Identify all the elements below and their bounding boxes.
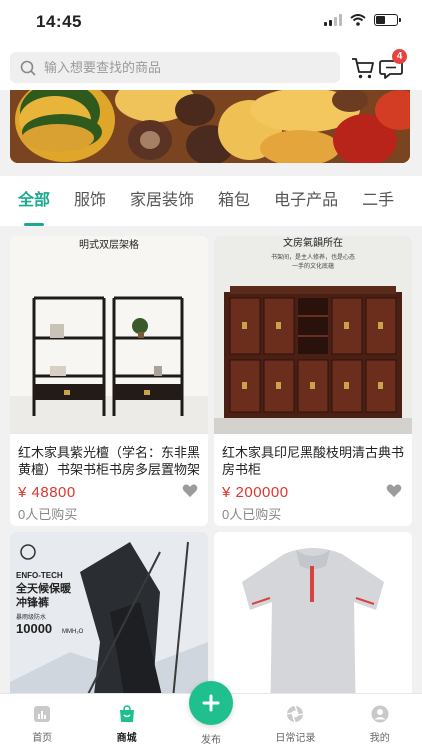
tab-second-hand[interactable]: 二手 <box>362 176 394 226</box>
shop-bag-icon <box>119 705 134 722</box>
product-image: 明式双层架格 <box>10 236 208 434</box>
tab-home-decor[interactable]: 家居装饰 <box>130 176 194 226</box>
product-info: 红木家具印尼黑酸枝明清古典书房书柜 ¥ 200000 0人已购买 <box>214 434 412 526</box>
product-image-caption: 文房氣韻所在 <box>283 236 343 249</box>
publish-button[interactable] <box>189 681 233 725</box>
tab-all[interactable]: 全部 <box>18 176 50 226</box>
heart-icon[interactable] <box>386 484 402 498</box>
product-price: ¥ 48800 <box>18 484 76 501</box>
signal-icon <box>324 14 342 26</box>
category-tabs: 全部 服饰 家居装饰 箱包 电子产品 二手 <box>0 176 422 226</box>
product-image-text: 全天候保暖 <box>15 581 72 595</box>
search-box[interactable] <box>10 52 340 83</box>
product-info: 红木家具紫光檀（学名：东非黑黄檀）书架书柜书房多层置物架 ¥ 48800 0人已… <box>10 434 208 526</box>
search-row: 4 <box>0 46 422 90</box>
product-image-brand: ENFO-TECH <box>16 571 63 580</box>
user-icon <box>371 705 389 723</box>
banner-image <box>10 90 410 163</box>
aperture-icon <box>287 705 304 723</box>
wifi-icon <box>350 14 366 26</box>
tab-clothing[interactable]: 服饰 <box>74 176 106 226</box>
nav-daily-log-label: 日常记录 <box>275 733 316 744</box>
promo-banner[interactable] <box>10 90 410 163</box>
nav-home[interactable]: 首页 <box>0 694 84 750</box>
product-card[interactable]: 文房氣韻所在 书架间，是主人修养，也是心态 一手的文化底蕴 红木家具印尼黑酸枝明… <box>214 236 412 526</box>
nav-profile-label: 我的 <box>369 733 390 744</box>
product-title: 红木家具印尼黑酸枝明清古典书房书柜 <box>222 445 404 477</box>
status-time: 14:45 <box>36 12 82 31</box>
heart-icon[interactable] <box>182 484 198 498</box>
product-sold-count: 0人已购买 <box>222 507 282 522</box>
search-icon <box>20 60 36 76</box>
product-image-subcaption: 一手的文化底蕴 <box>292 262 334 270</box>
nav-profile[interactable]: 我的 <box>338 694 422 750</box>
product-image-caption: 明式双层架格 <box>79 238 139 251</box>
product-image-text: 10000 <box>16 621 52 636</box>
nav-shop-label: 商城 <box>116 733 137 744</box>
product-card[interactable]: 明式双层架格 红木家具紫光檀（学名：东非黑黄檀）书架书柜书房多层置物架 ¥ 48… <box>10 236 208 526</box>
nav-shop[interactable]: 商城 <box>84 694 168 750</box>
home-chart-icon <box>34 706 51 722</box>
battery-level <box>376 16 385 24</box>
nav-home-label: 首页 <box>32 733 53 744</box>
product-image-text: 冲锋裤 <box>16 595 49 609</box>
product-title: 红木家具紫光檀（学名：东非黑黄檀）书架书柜书房多层置物架 <box>18 445 200 477</box>
tab-electronics[interactable]: 电子产品 <box>274 176 338 226</box>
nav-daily-log[interactable]: 日常记录 <box>253 694 337 750</box>
product-price: ¥ 200000 <box>222 484 289 501</box>
tab-bags[interactable]: 箱包 <box>218 176 250 226</box>
product-image-text: MMH₂O <box>62 629 84 635</box>
status-icons <box>324 14 401 26</box>
status-bar: 14:45 <box>0 0 422 46</box>
search-input[interactable] <box>44 60 314 75</box>
publish-label: 发布 <box>201 735 221 746</box>
product-image: 文房氣韻所在 书架间，是主人修养，也是心态 一手的文化底蕴 <box>214 236 412 434</box>
message-badge: 4 <box>392 49 407 64</box>
product-sold-count: 0人已购买 <box>18 507 78 522</box>
cart-icon[interactable] <box>350 55 376 81</box>
battery-icon <box>374 14 401 26</box>
product-image-subcaption: 书架间，是主人修养，也是心态 <box>271 253 355 261</box>
product-image-text: 暴雨级防水 <box>16 613 46 621</box>
product-grid: 明式双层架格 红木家具紫光檀（学名：东非黑黄檀）书架书柜书房多层置物架 ¥ 48… <box>10 236 412 730</box>
plus-icon <box>202 694 220 712</box>
